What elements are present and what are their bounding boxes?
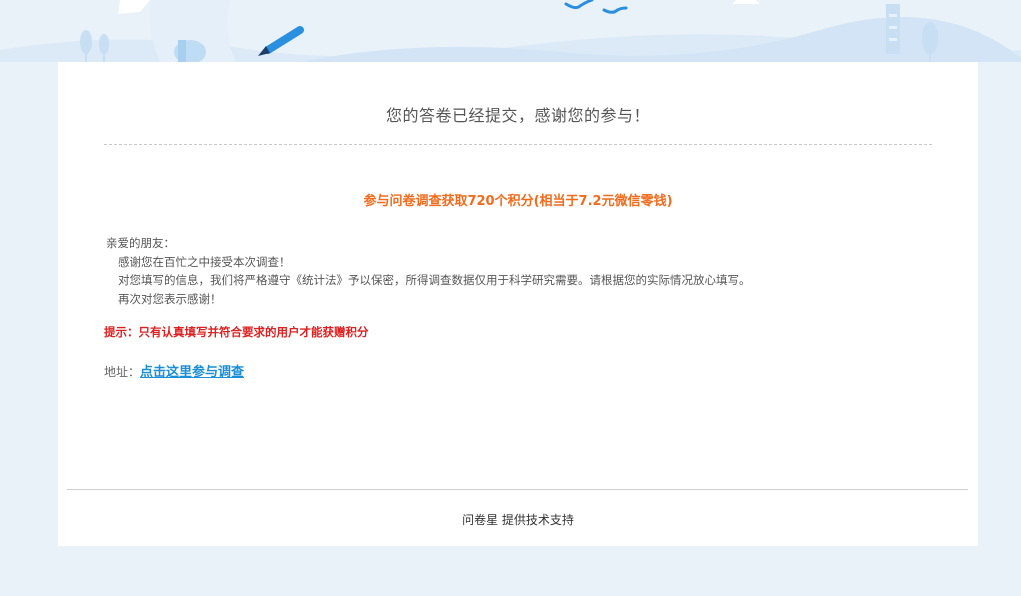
- header-banner: [0, 0, 1021, 62]
- footer-divider: [67, 489, 968, 490]
- address-row: 地址：点击这里参与调查: [104, 361, 244, 380]
- birds-icon: [564, 0, 628, 14]
- lighthouse-icon: [886, 4, 900, 54]
- result-card: 您的答卷已经提交，感谢您的参与！ 参与问卷调查获取720个积分(相当于7.2元微…: [58, 62, 978, 546]
- greeting-line: 再次对您表示感谢！: [118, 291, 222, 306]
- dashed-divider: [104, 144, 932, 145]
- tip-text: 提示：只有认真填写并符合要求的用户才能获赠积分: [104, 325, 369, 339]
- survey-link[interactable]: 点击这里参与调查: [140, 365, 244, 380]
- footer-brand: 问卷星: [462, 513, 499, 527]
- reward-text: 参与问卷调查获取720个积分(相当于7.2元微信零钱): [363, 194, 673, 209]
- pen-icon: [258, 26, 304, 56]
- greeting-line: 感谢您在百忙之中接受本次调查！: [118, 254, 291, 269]
- footer: 问卷星 提供技术支持: [58, 511, 978, 528]
- page-title: 您的答卷已经提交，感谢您的参与！: [385, 106, 650, 125]
- banner-illustration: [0, 0, 1021, 62]
- footer-suffix: 提供技术支持: [498, 513, 574, 527]
- greeting-letter: 亲爱的朋友： 感谢您在百忙之中接受本次调查！ 对您填写的信息，我们将严格遵守《统…: [106, 234, 751, 308]
- greeting-salutation: 亲爱的朋友：: [106, 236, 175, 250]
- paper-icon: [732, 0, 760, 4]
- address-label: 地址：: [104, 365, 141, 379]
- greeting-line: 对您填写的信息，我们将严格遵守《统计法》予以保密，所得调查数据仅用于科学研究需要…: [118, 273, 751, 287]
